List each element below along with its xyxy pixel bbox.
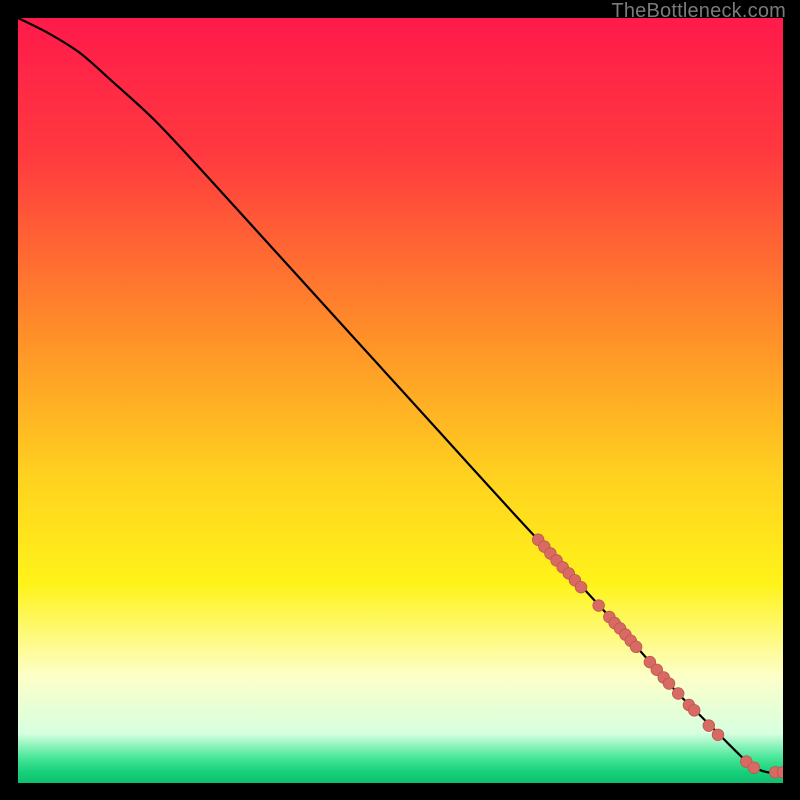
data-marker [575,581,587,593]
data-marker [712,729,724,741]
data-marker [688,705,700,717]
data-marker [630,641,642,653]
data-marker [593,600,605,612]
data-marker [663,678,675,690]
chart-background [18,18,783,783]
data-marker [672,688,684,700]
data-marker [703,720,715,732]
chart-svg [18,18,783,783]
watermark-text: TheBottleneck.com [611,0,786,23]
data-marker [748,762,760,774]
chart-frame [18,18,783,783]
